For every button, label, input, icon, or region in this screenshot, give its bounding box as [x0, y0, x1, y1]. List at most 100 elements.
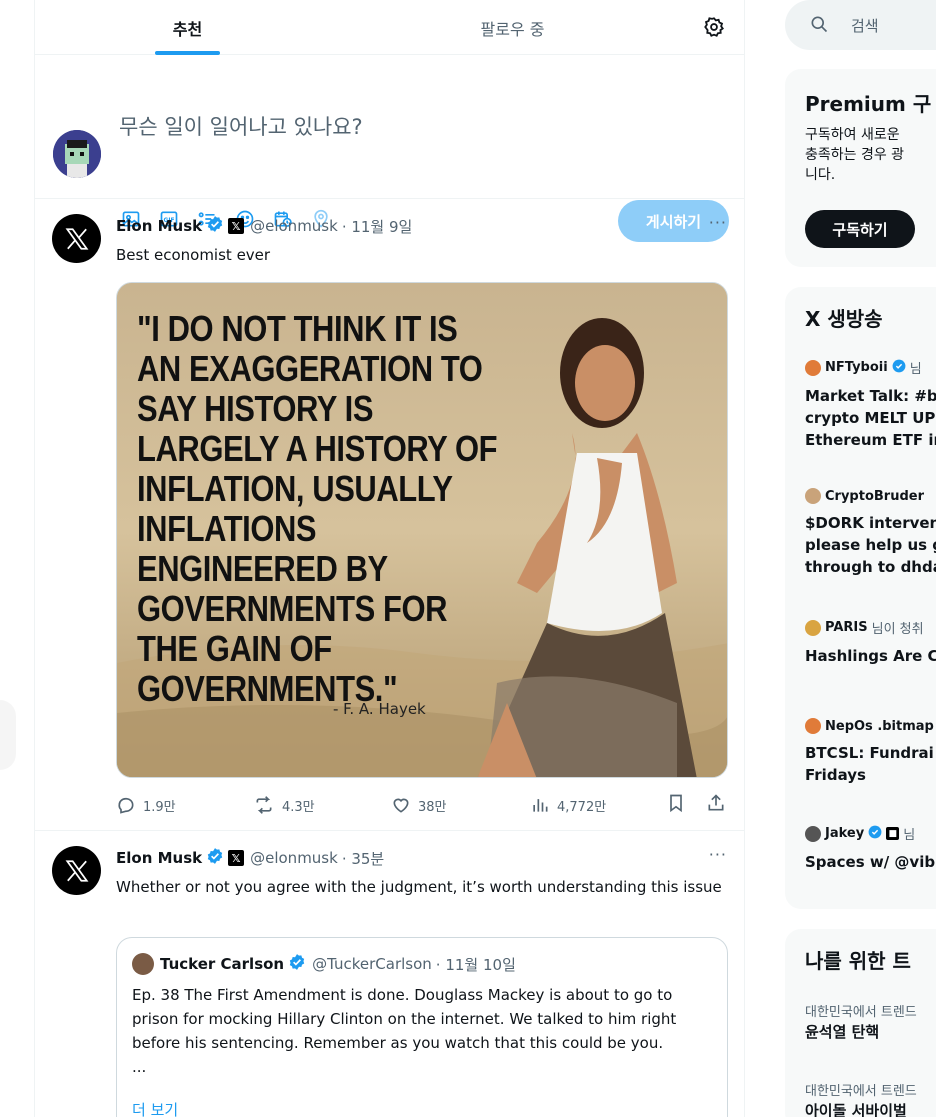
title-line: Hashlings Are C	[805, 647, 936, 665]
live-space-title: Hashlings Are C	[805, 645, 936, 667]
edge-shadow	[0, 700, 16, 770]
timeline-tabs: 추천 팔로우 중	[35, 0, 744, 55]
title-line: $DORK interven	[805, 514, 936, 532]
host-name: PARIS	[825, 620, 868, 635]
premium-title: Premium 구	[805, 92, 932, 116]
host-suffix: 님이 청취	[871, 622, 924, 637]
host-suffix: 님	[909, 362, 922, 377]
author-avatar[interactable]	[52, 846, 101, 895]
quoted-author-handle: @TuckerCarlson	[312, 955, 432, 973]
host-avatar	[805, 718, 821, 734]
compose-input[interactable]: 무슨 일이 일어나고 있나요?	[119, 113, 363, 141]
tab-following[interactable]: 팔로우 중	[340, 0, 685, 55]
live-spaces-card: X 생방송 NFTyboii 님 Market Talk: #b crypto M…	[785, 287, 936, 909]
title-line: Market Talk: #b	[805, 387, 936, 405]
more-options-icon[interactable]: ···	[709, 213, 727, 232]
title-line: through to dhda	[805, 558, 936, 576]
author-name[interactable]: Elon Musk	[116, 849, 202, 867]
post-composer: 무슨 일이 일어나고 있나요? GIF 게시하기	[35, 55, 744, 242]
live-space-item[interactable]: NFTyboii 님 Market Talk: #b crypto MELT UP…	[805, 358, 936, 451]
more-options-icon[interactable]: ···	[709, 845, 727, 864]
bookmark-icon[interactable]	[666, 793, 686, 817]
tweet-image[interactable]: "I DO NOT THINK IT IS AN EXAGGERATION TO…	[116, 282, 728, 778]
repost-button[interactable]: 4.3만	[253, 795, 315, 815]
image-quote-author: - F. A. Hayek	[333, 700, 426, 718]
verified-badge-icon	[868, 825, 882, 843]
tweet-actions: 1.9만 4.3만 38만 4,772만	[116, 792, 728, 818]
x-logo-icon	[65, 859, 88, 882]
premium-card: Premium 구 구독하여 새로운 충족하는 경우 광 니다. 구독하기	[785, 69, 936, 267]
live-host: NFTyboii 님	[805, 358, 936, 377]
tweet-time[interactable]: · 11월 9일	[342, 216, 413, 237]
premium-line: 니다.	[805, 167, 836, 183]
live-space-title: Spaces w/ @vib	[805, 851, 935, 873]
quoted-text-body: Ep. 38 The First Amendment is done. Doug…	[132, 986, 677, 1052]
reply-count: 1.9만	[143, 799, 176, 815]
x-affiliation-icon: 𝕏	[228, 218, 245, 234]
live-space-title: BTCSL: Fundrai Fridays	[805, 742, 936, 786]
live-host: PARIS 님이 청취	[805, 618, 936, 637]
tab-recommended[interactable]: 추천	[35, 0, 340, 55]
live-space-item[interactable]: CryptoBruder $DORK interven please help …	[805, 488, 936, 578]
x-affiliation-icon: 𝕏	[228, 850, 245, 866]
user-avatar[interactable]	[53, 130, 101, 178]
repost-count: 4.3만	[282, 799, 315, 815]
like-icon	[393, 798, 409, 813]
tweet[interactable]: Elon Musk 𝕏 @elonmusk · 35분 ··· Whether …	[34, 831, 745, 1117]
views-button[interactable]: 4,772만	[530, 795, 606, 815]
host-avatar	[805, 619, 821, 636]
trend-item[interactable]: 윤석열 탄핵	[805, 1021, 879, 1042]
trends-card: 나를 위한 트 대한민국에서 트렌드 윤석열 탄핵 대한민국에서 트렌드 아이돌…	[785, 929, 936, 1117]
show-more-link[interactable]: 더 보기	[132, 1099, 178, 1117]
tweet-text: Whether or not you agree with the judgme…	[116, 878, 722, 896]
tweet-text: Best economist ever	[116, 246, 271, 264]
live-host: NepOs .bitmap	[805, 718, 936, 734]
trend-context: 대한민국에서 트렌드	[805, 1084, 917, 1099]
quoted-tweet[interactable]: Tucker Carlson @TuckerCarlson · 11월 10일 …	[116, 937, 728, 1117]
author-handle[interactable]: @elonmusk	[250, 217, 338, 235]
host-avatar	[805, 359, 821, 376]
trends-title: 나를 위한 트	[805, 949, 911, 973]
search-input[interactable]: 검색	[785, 0, 936, 50]
author-name[interactable]: Elon Musk	[116, 217, 202, 235]
author-handle[interactable]: @elonmusk	[250, 849, 338, 867]
live-host: CryptoBruder	[805, 488, 936, 504]
tweet-header: Elon Musk 𝕏 @elonmusk · 35분	[116, 847, 384, 869]
quoted-author-name: Tucker Carlson	[160, 955, 285, 973]
repost-icon	[256, 796, 272, 814]
title-line: Ethereum ETF ir	[805, 431, 936, 449]
tweet-time[interactable]: · 35분	[342, 848, 384, 869]
author-avatar[interactable]	[52, 214, 101, 263]
title-line: crypto MELT UP	[805, 409, 936, 427]
live-space-item[interactable]: NepOs .bitmap BTCSL: Fundrai Fridays	[805, 718, 936, 786]
tweet-header: Elon Musk 𝕏 @elonmusk · 11월 9일	[116, 215, 412, 237]
live-space-title: Market Talk: #b crypto MELT UP Ethereum …	[805, 385, 936, 451]
tab-following-label: 팔로우 중	[480, 19, 545, 39]
search-icon	[809, 14, 829, 38]
live-space-item[interactable]: PARIS 님이 청취 Hashlings Are C	[805, 618, 936, 667]
host-name: Jakey	[825, 826, 865, 841]
host-name: CryptoBruder	[825, 488, 924, 504]
live-space-item[interactable]: Jakey ■ 님 Spaces w/ @vib	[805, 824, 935, 873]
settings-gear-icon[interactable]	[700, 13, 728, 41]
share-icon[interactable]	[706, 793, 726, 817]
reply-button[interactable]: 1.9만	[116, 795, 176, 815]
host-avatar	[805, 488, 821, 504]
search-placeholder: 검색	[851, 16, 879, 35]
tweet[interactable]: Elon Musk 𝕏 @elonmusk · 11월 9일 ··· Best …	[34, 199, 745, 831]
quoted-tweet-time: · 11월 10일	[435, 955, 516, 974]
live-space-title: $DORK interven please help us g through …	[805, 512, 936, 578]
host-suffix: 님	[903, 828, 916, 843]
quoted-tweet-text: Ep. 38 The First Amendment is done. Doug…	[132, 983, 717, 1079]
trend-item[interactable]: 아이돌 서바이벌	[805, 1100, 907, 1117]
views-icon	[533, 799, 548, 812]
title-line: Fridays	[805, 766, 866, 784]
verified-badge-icon	[288, 953, 306, 975]
host-avatar	[805, 825, 821, 842]
subscribe-button[interactable]: 구독하기	[805, 210, 915, 248]
image-quote-text: "I DO NOT THINK IT IS AN EXAGGERATION TO…	[137, 308, 498, 709]
verified-badge-icon	[892, 359, 906, 377]
reply-icon	[118, 797, 134, 814]
like-button[interactable]: 38만	[391, 795, 447, 815]
title-line: Spaces w/ @vib	[805, 853, 936, 871]
